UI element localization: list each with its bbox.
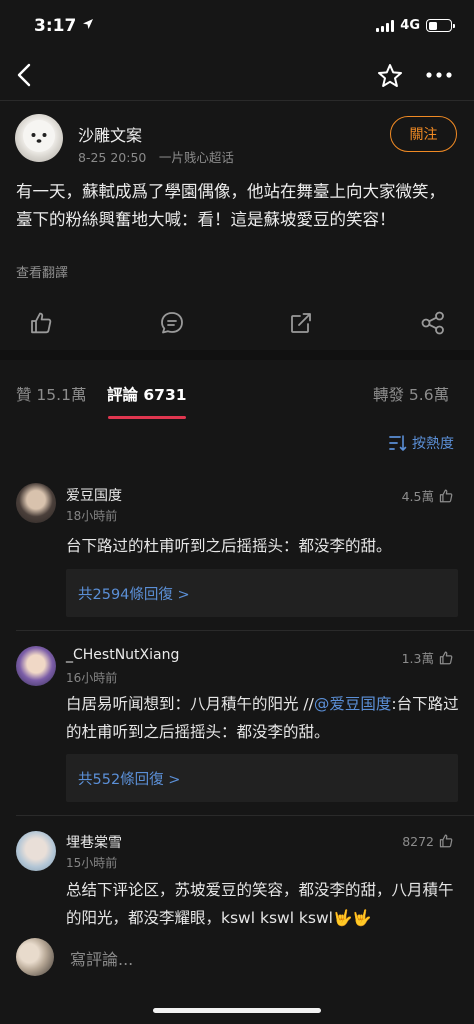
clock-text: 3:17 <box>34 16 77 36</box>
more-icon[interactable] <box>424 64 454 86</box>
commenter-avatar[interactable] <box>16 483 56 523</box>
comment-time: 15小時前 <box>66 856 118 870</box>
commenter-name[interactable]: _CHestNutXiang <box>66 647 179 663</box>
dog-avatar-icon <box>23 120 55 152</box>
battery-icon <box>426 19 455 32</box>
comment-icon[interactable] <box>159 310 185 336</box>
commenter-name[interactable]: 埋巷棠雪 <box>66 832 122 852</box>
tab-reposts[interactable]: 轉發 5.6萬 <box>373 383 449 405</box>
tab-likes[interactable]: 贊 15.1萬 <box>16 383 86 405</box>
comment-text: 台下路过的杜甫听到之后摇摇头：都没李的甜。 <box>66 537 392 555</box>
comment-text: 总结下评论区，苏坡爱豆的笑容，都没李的甜，八月積午的阳光，都没李耀眼，kswl … <box>66 881 454 927</box>
comment-text-part: 白居易听闻想到：八月積午的阳光 // <box>66 695 314 713</box>
commenter-avatar[interactable] <box>16 646 56 686</box>
comment-like-count: 8272 <box>402 833 434 849</box>
view-replies-button[interactable]: 共552條回復 > <box>66 754 458 802</box>
like-icon[interactable] <box>28 310 54 336</box>
comment-divider <box>16 630 474 631</box>
like-icon <box>439 489 453 502</box>
comment-like-button[interactable]: 1.3萬 <box>402 648 454 667</box>
comment-time: 16小時前 <box>66 671 118 685</box>
comment-like-count: 4.5萬 <box>401 489 434 504</box>
status-time: 3:17 <box>34 16 94 36</box>
header-divider <box>0 100 474 101</box>
post-meta: 8-25 20:50 一片贱心超话 <box>78 150 234 165</box>
translate-link[interactable]: 查看翻譯 <box>16 262 68 281</box>
comment-like-button[interactable]: 8272 <box>402 833 454 849</box>
view-replies-button[interactable]: 共2594條回復 > <box>66 569 458 617</box>
comment-time: 18小時前 <box>66 509 118 523</box>
commenter-avatar[interactable] <box>16 831 56 871</box>
star-icon[interactable] <box>376 62 404 90</box>
signal-icon <box>376 19 395 32</box>
network-label: 4G <box>400 18 420 33</box>
mention-link[interactable]: @爱豆国度 <box>314 695 392 713</box>
like-icon <box>439 834 453 848</box>
author-avatar[interactable] <box>15 114 63 162</box>
comment-text: 白居易听闻想到：八月積午的阳光 //@爱豆国度:台下路过的杜甫听到之后摇摇头：都… <box>66 690 461 746</box>
my-avatar <box>16 938 54 976</box>
home-indicator[interactable] <box>153 1008 321 1013</box>
comment-like-button[interactable]: 4.5萬 <box>402 486 454 505</box>
repost-icon[interactable] <box>288 310 314 336</box>
active-tab-indicator <box>108 416 186 419</box>
share-icon[interactable] <box>420 310 446 336</box>
sort-button[interactable]: 按熱度 <box>388 433 454 453</box>
author-name[interactable]: 沙雕文案 <box>78 122 142 146</box>
comment-like-count: 1.3萬 <box>401 651 434 666</box>
commenter-name[interactable]: 爱豆国度 <box>66 485 122 505</box>
sort-icon <box>389 435 407 451</box>
location-arrow-icon <box>83 19 94 29</box>
section-gap <box>0 350 474 360</box>
back-icon[interactable] <box>12 60 40 90</box>
follow-button[interactable]: 關注 <box>390 116 457 152</box>
sort-label: 按熱度 <box>412 436 454 452</box>
status-indicators: 4G <box>376 18 455 33</box>
post-body: 有一天，蘇軾成爲了學園偶像，他站在舞臺上向大家微笑，臺下的粉絲興奮地大喊：看！這… <box>16 182 445 229</box>
tab-comments[interactable]: 評論 6731 <box>107 383 187 405</box>
like-icon <box>439 651 453 664</box>
comment-divider <box>16 815 474 816</box>
comment-input[interactable]: 寫評論... <box>70 946 133 970</box>
